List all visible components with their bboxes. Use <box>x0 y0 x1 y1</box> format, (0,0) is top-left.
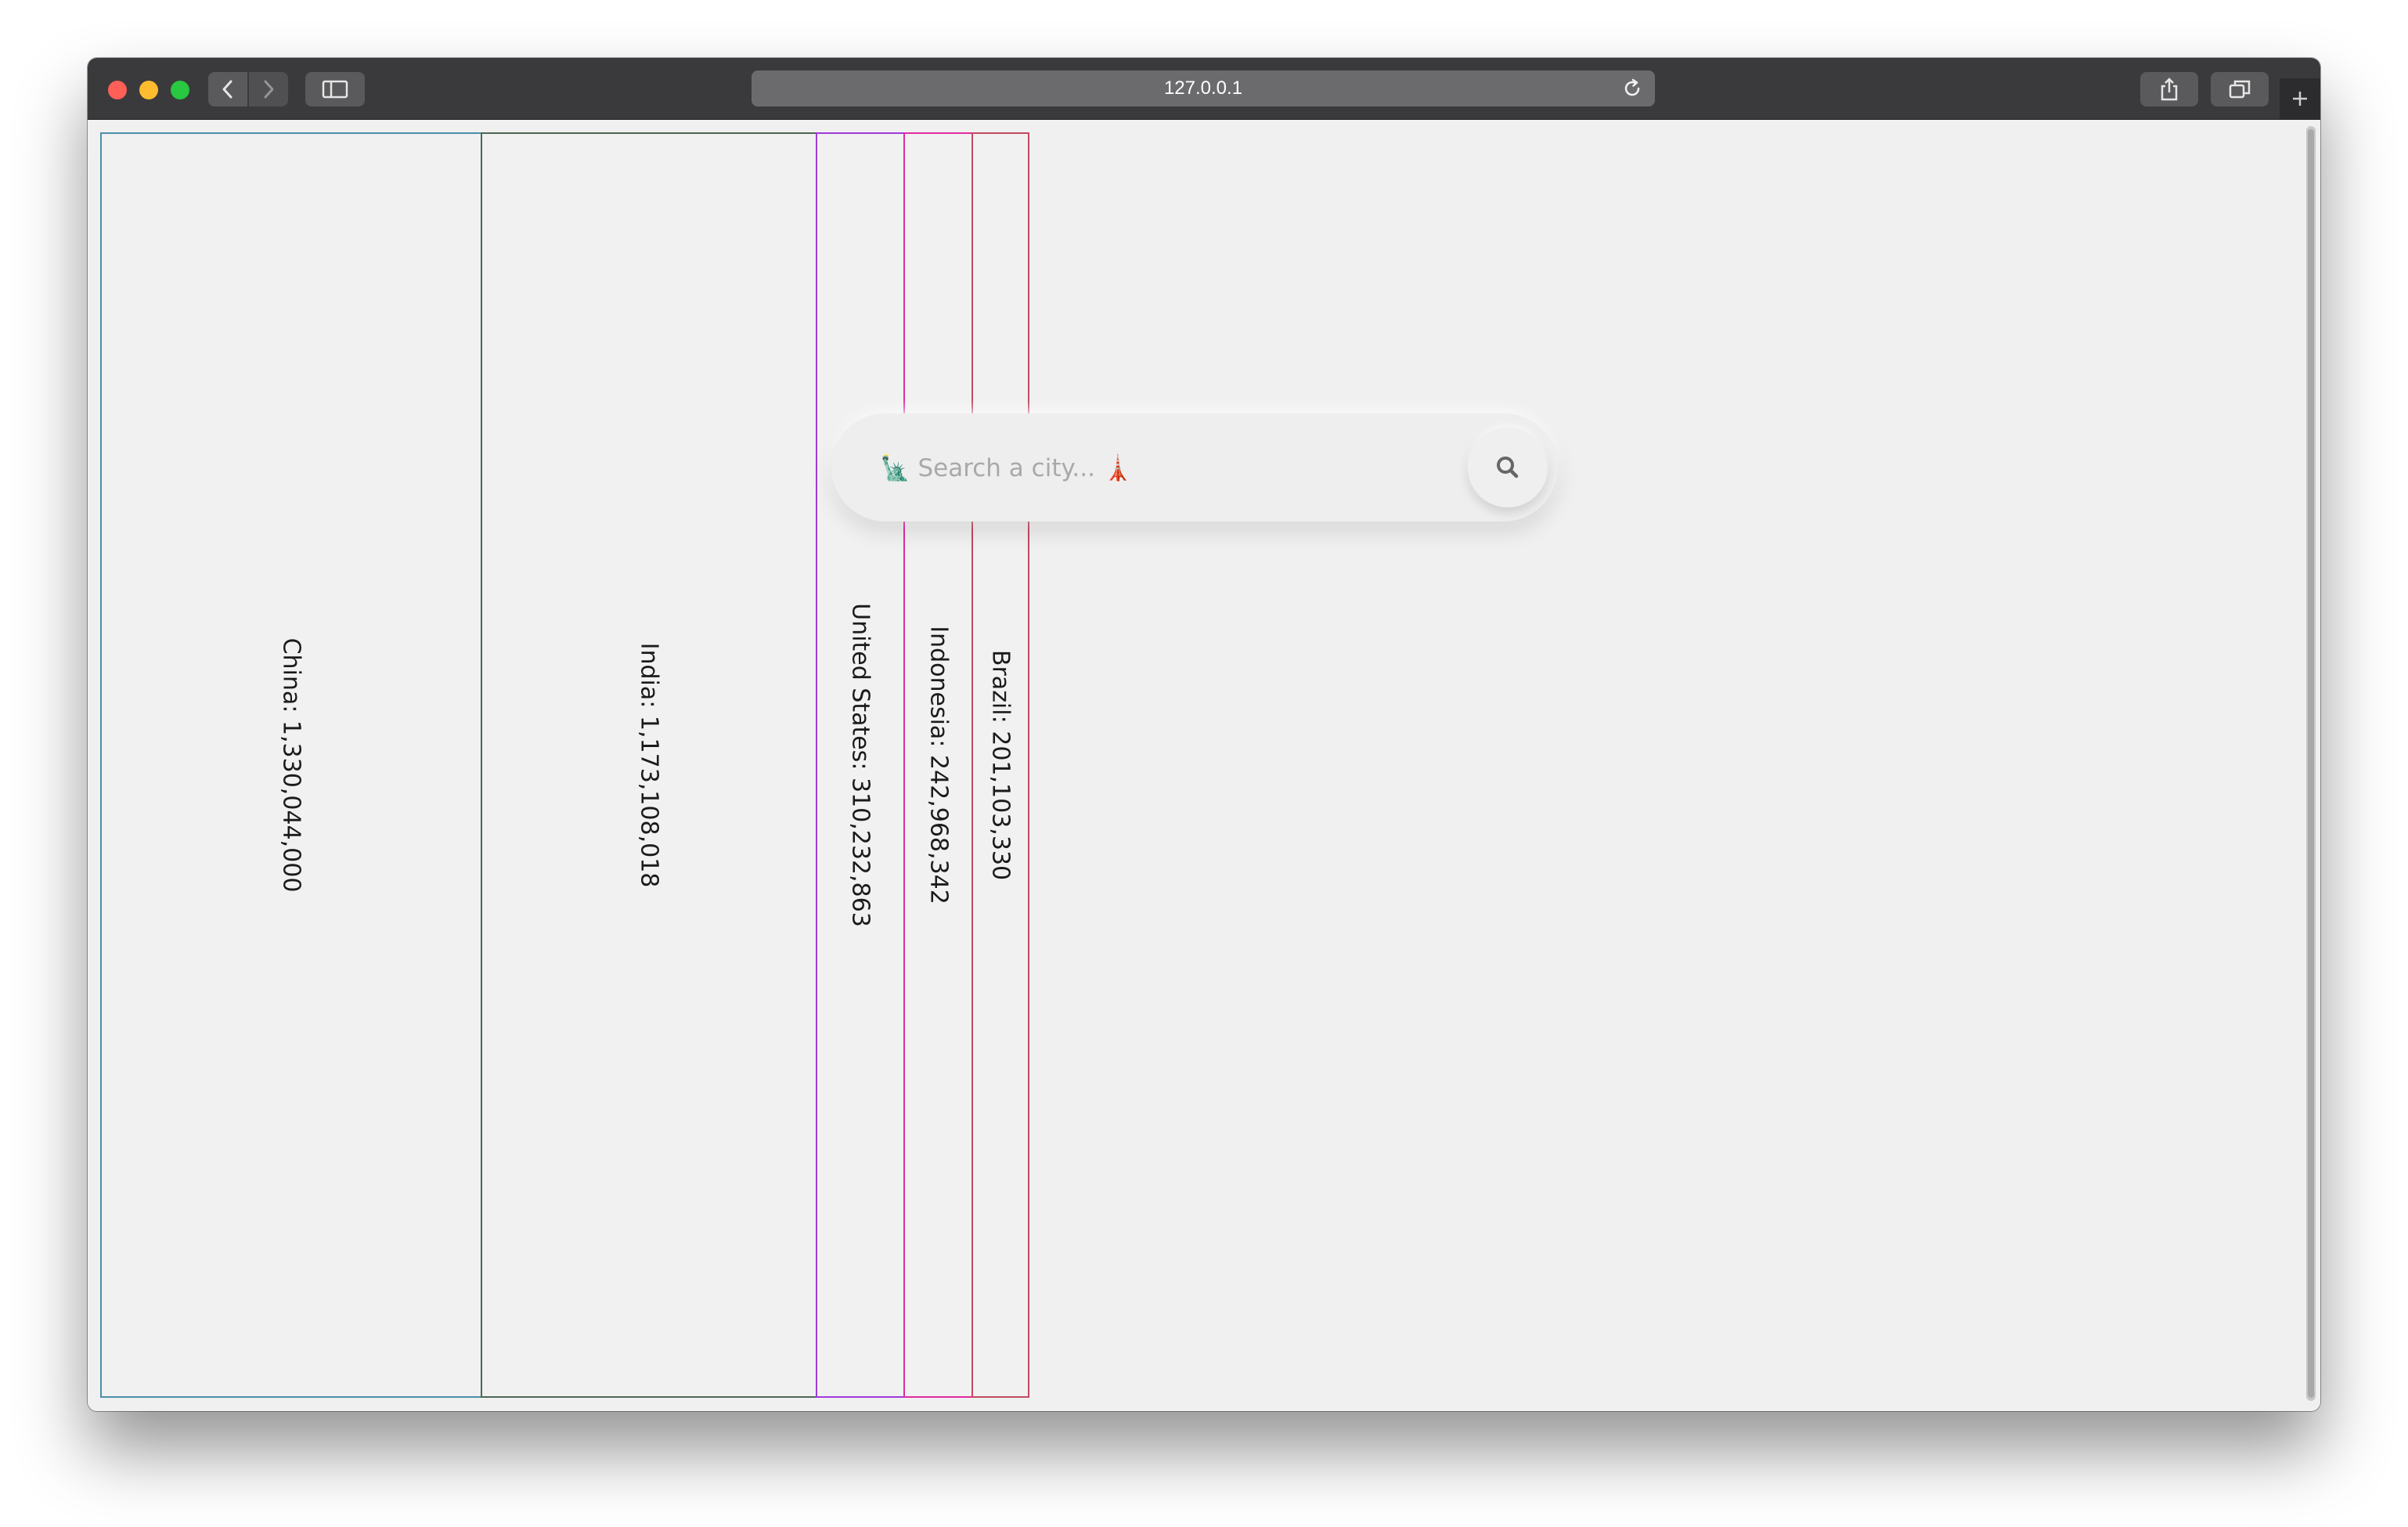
population-bar-china: China: 1,330,044,000 <box>100 132 482 1398</box>
chevron-left-icon <box>222 80 233 99</box>
population-bar-label: China: 1,330,044,000 <box>277 637 305 893</box>
address-text: 127.0.0.1 <box>1163 78 1243 99</box>
population-bar-india: India: 1,173,108,018 <box>481 132 817 1398</box>
browser-toolbar: 127.0.0.1 <box>88 58 2320 120</box>
zoom-window-button[interactable] <box>171 81 189 99</box>
address-bar[interactable]: 127.0.0.1 <box>752 70 1655 106</box>
page-content: China: 1,330,044,000 India: 1,173,108,018… <box>88 120 2320 1411</box>
population-bar-label: India: 1,173,108,018 <box>635 642 663 888</box>
tabs-icon <box>2229 80 2251 99</box>
vertical-scrollbar[interactable] <box>2306 126 2316 1401</box>
city-search-input[interactable] <box>878 440 1429 496</box>
new-tab-button[interactable] <box>2280 78 2320 119</box>
forward-button[interactable] <box>249 72 288 106</box>
population-bar-label: United States: 310,232,863 <box>846 603 874 927</box>
population-bar-brazil: Brazil: 201,103,330 <box>971 132 1029 1398</box>
reload-button[interactable] <box>1620 77 1644 100</box>
show-tabs-button[interactable] <box>2211 72 2269 106</box>
share-button[interactable] <box>2140 72 2198 106</box>
reload-icon <box>1624 78 1640 96</box>
sidebar-toggle-button[interactable] <box>305 72 365 106</box>
minimize-window-button[interactable] <box>139 81 158 99</box>
back-button[interactable] <box>208 72 247 106</box>
share-icon <box>2161 78 2178 101</box>
population-bar-united-states: United States: 310,232,863 <box>816 132 905 1398</box>
population-bar-label: Brazil: 201,103,330 <box>986 649 1015 881</box>
browser-window: 127.0.0.1 China: 1,330,044,000 India: 1,1… <box>88 58 2320 1411</box>
population-bar-indonesia: Indonesia: 242,968,342 <box>903 132 973 1398</box>
population-bar-label: Indonesia: 242,968,342 <box>925 626 952 904</box>
sidebar-icon <box>322 80 348 99</box>
search-button[interactable] <box>1468 428 1548 507</box>
chevron-right-icon <box>264 80 274 99</box>
search-bar <box>831 413 1558 522</box>
plus-icon <box>2293 92 2307 106</box>
search-icon <box>1497 457 1519 478</box>
close-window-button[interactable] <box>108 81 127 99</box>
scroll-thumb[interactable] <box>2308 129 2314 1398</box>
